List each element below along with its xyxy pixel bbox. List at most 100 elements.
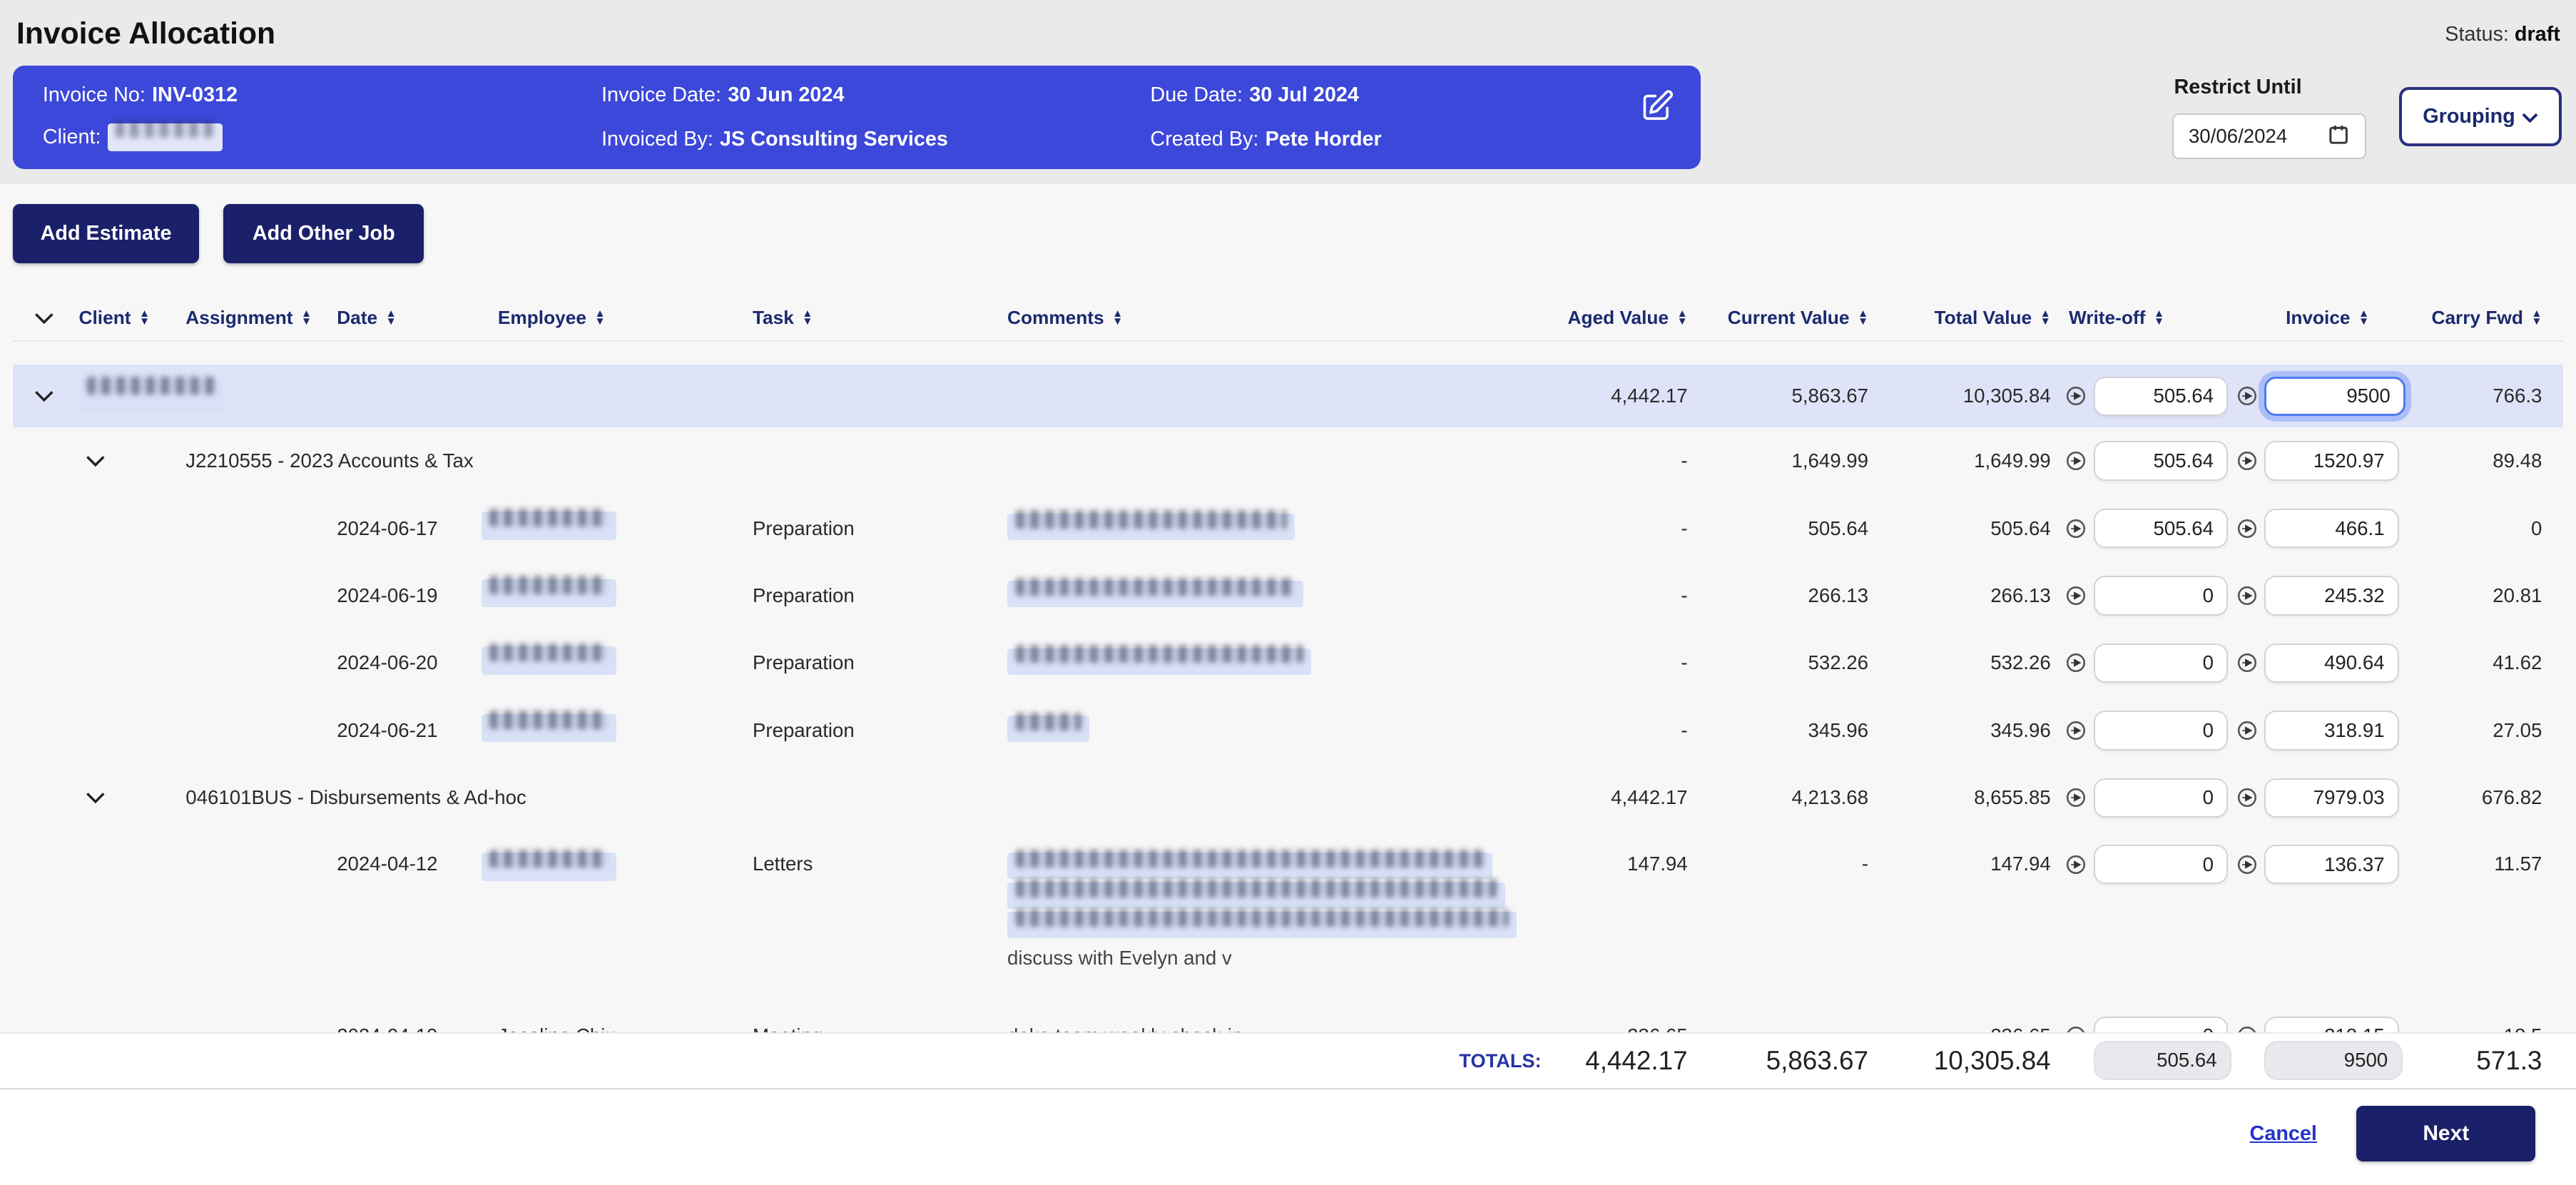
writeoff-input[interactable] (2094, 576, 2229, 615)
column-header-total-value[interactable]: Total Value▲▼ (1883, 307, 2066, 329)
total-value: 345.96 (1883, 719, 2066, 742)
invoice-input[interactable] (2264, 1017, 2399, 1032)
carry-fwd-value: 20.81 (2408, 584, 2564, 607)
writeoff-input[interactable] (2094, 644, 2229, 683)
writeoff-input[interactable] (2094, 441, 2229, 480)
edit-invoice-icon[interactable] (1639, 88, 1675, 131)
cancel-button[interactable]: Cancel (2250, 1122, 2317, 1146)
chevron-down-icon[interactable] (13, 390, 78, 402)
apply-writeoff-icon[interactable] (2065, 450, 2087, 472)
writeoff-input[interactable] (2094, 778, 2229, 818)
invoice-input[interactable] (2264, 509, 2399, 548)
apply-invoice-icon[interactable] (2236, 720, 2258, 741)
entry-date: 2024-06-21 (337, 719, 498, 742)
chevron-down-icon[interactable] (79, 792, 186, 803)
apply-invoice-icon[interactable] (2236, 450, 2258, 472)
column-header-task[interactable]: Task▲▼ (753, 307, 1007, 329)
column-header-assignment[interactable]: Assignment▲▼ (185, 307, 337, 329)
employee-name-redacted (482, 579, 616, 607)
comment-redacted (1007, 853, 1492, 879)
entry-task: Letters (753, 832, 1007, 876)
column-header-client[interactable]: Client▲▼ (79, 307, 186, 329)
apply-writeoff-icon[interactable] (2065, 652, 2087, 673)
entry-task: Preparation (753, 719, 1007, 742)
carry-fwd-value: 18.5 (2408, 1024, 2564, 1032)
total-value: 532.26 (1883, 651, 2066, 674)
carry-fwd-value: 676.82 (2408, 786, 2564, 809)
entry-date: 2024-06-19 (337, 584, 498, 607)
table-row-entry: 2024-04-12 Letters discuss with Evelyn a… (13, 832, 2563, 1003)
column-header-employee[interactable]: Employee▲▼ (498, 307, 753, 329)
apply-writeoff-icon[interactable] (2065, 720, 2087, 741)
status-badge: Status: draft (2445, 23, 2560, 46)
apply-writeoff-icon[interactable] (2065, 1025, 2087, 1032)
page-title: Invoice Allocation (16, 16, 275, 51)
apply-writeoff-icon[interactable] (2065, 585, 2087, 606)
apply-writeoff-icon[interactable] (2065, 385, 2087, 407)
writeoff-input[interactable] (2094, 711, 2229, 750)
restrict-until-date-value: 30/06/2024 (2189, 125, 2327, 148)
add-other-job-button[interactable]: Add Other Job (223, 204, 424, 263)
apply-invoice-icon[interactable] (2236, 585, 2258, 606)
sort-icon: ▲▼ (386, 310, 397, 325)
entry-date: 2024-04-19 (337, 1024, 498, 1032)
invoice-summary-banner: Invoice No: INV-0312 Client: Invoice Dat… (13, 66, 1701, 169)
writeoff-input[interactable] (2094, 377, 2229, 416)
chevron-down-icon[interactable] (79, 455, 186, 467)
invoice-input[interactable] (2264, 845, 2399, 884)
apply-writeoff-icon[interactable] (2065, 854, 2087, 875)
apply-invoice-icon[interactable] (2236, 518, 2258, 539)
totals-aged: 4,442.17 (1542, 1046, 1703, 1076)
created-by-label: Created By: (1150, 128, 1258, 151)
employee-name-redacted (482, 714, 616, 742)
comment-redacted (1007, 883, 1505, 909)
sort-icon: ▲▼ (1112, 310, 1123, 325)
current-value: - (1702, 832, 1883, 876)
writeoff-input[interactable] (2094, 1017, 2229, 1032)
column-header-comments[interactable]: Comments▲▼ (1007, 307, 1542, 329)
apply-writeoff-icon[interactable] (2065, 787, 2087, 808)
writeoff-input[interactable] (2094, 845, 2229, 884)
apply-invoice-icon[interactable] (2236, 787, 2258, 808)
client-label: Client: (43, 126, 101, 149)
sort-icon: ▲▼ (301, 310, 312, 325)
apply-writeoff-icon[interactable] (2065, 518, 2087, 539)
invoice-input[interactable] (2264, 711, 2399, 750)
total-value: 505.64 (1883, 517, 2066, 540)
grouping-button[interactable]: Grouping (2399, 87, 2562, 146)
invoice-input[interactable] (2264, 778, 2399, 818)
current-value: 5,863.67 (1702, 385, 1883, 407)
invoice-input[interactable] (2264, 576, 2399, 615)
restrict-until-label: Restrict Until (2174, 76, 2302, 99)
invoice-input[interactable] (2264, 441, 2399, 480)
apply-invoice-icon[interactable] (2236, 1025, 2258, 1032)
sort-icon: ▲▼ (1858, 310, 1868, 325)
column-header-date[interactable]: Date▲▼ (337, 307, 498, 329)
carry-fwd-value: 27.05 (2408, 719, 2564, 742)
column-header-carry-fwd[interactable]: Carry Fwd▲▼ (2408, 307, 2564, 329)
totals-bar: TOTALS: 4,442.17 5,863.67 10,305.84 505.… (0, 1032, 2576, 1088)
column-header-invoice[interactable]: Invoice▲▼ (2236, 307, 2408, 329)
column-header-aged-value[interactable]: Aged Value▲▼ (1542, 307, 1703, 329)
status-label: Status: (2445, 23, 2509, 46)
calendar-icon[interactable] (2327, 123, 2350, 151)
collapse-all-chevron-icon[interactable] (13, 312, 78, 324)
apply-invoice-icon[interactable] (2236, 652, 2258, 673)
column-header-write-off[interactable]: Write-off▲▼ (2065, 307, 2236, 329)
employee-name-redacted (482, 512, 616, 539)
add-estimate-button[interactable]: Add Estimate (13, 204, 198, 263)
column-header-current-value[interactable]: Current Value▲▼ (1702, 307, 1883, 329)
next-button[interactable]: Next (2356, 1106, 2535, 1161)
invoice-input[interactable] (2264, 644, 2399, 683)
apply-invoice-icon[interactable] (2236, 385, 2258, 407)
sort-icon: ▲▼ (2531, 310, 2542, 325)
invoice-input[interactable] (2264, 377, 2406, 416)
restrict-until-date-input[interactable]: 30/06/2024 (2172, 113, 2366, 159)
totals-carry-fwd: 571.3 (2408, 1046, 2564, 1076)
table-row-assignment: J2210555 - 2023 Accounts & Tax - 1,649.9… (13, 427, 2563, 494)
writeoff-input[interactable] (2094, 509, 2229, 548)
current-value: - (1702, 1024, 1883, 1032)
apply-invoice-icon[interactable] (2236, 854, 2258, 875)
sort-icon: ▲▼ (594, 310, 605, 325)
comment-text: discuss with Evelyn and v (1007, 942, 1542, 970)
